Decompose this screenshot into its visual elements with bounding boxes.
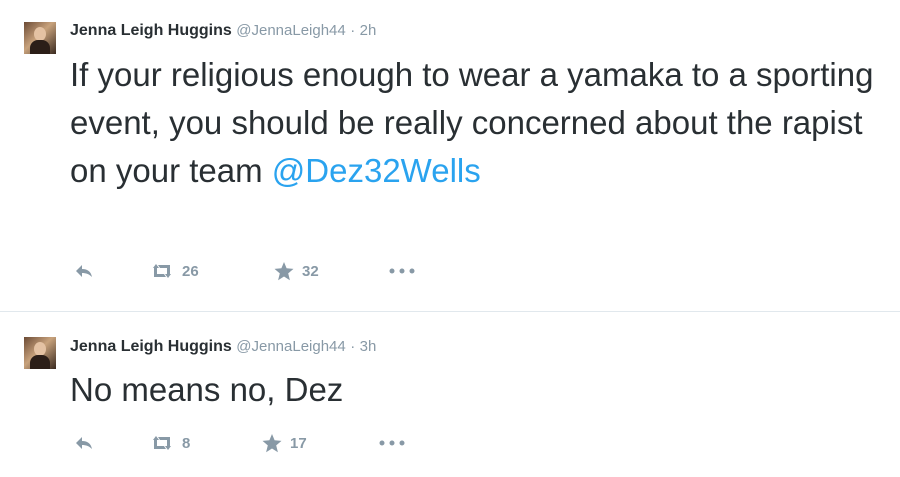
tweet[interactable]: Jenna Leigh Huggins @JennaLeigh44 · 2h I… [0, 0, 900, 311]
more-icon [389, 268, 415, 274]
favorite-button[interactable]: 32 [274, 259, 319, 283]
retweet-count: 26 [182, 262, 199, 280]
tweet-timestamp[interactable]: 2h [360, 22, 377, 39]
tweet-text: No means no, Dez [70, 366, 880, 414]
reply-button[interactable] [74, 259, 94, 283]
retweet-icon [153, 264, 171, 278]
reply-icon [76, 437, 92, 449]
tweet[interactable]: Jenna Leigh Huggins @JennaLeigh44 · 3h N… [0, 312, 900, 477]
mention-link[interactable]: @Dez32Wells [272, 152, 481, 189]
tweet-timestamp[interactable]: 3h [360, 338, 377, 355]
favorite-button[interactable]: 17 [262, 431, 307, 455]
author-name[interactable]: Jenna Leigh Huggins [70, 338, 232, 355]
more-icon [379, 440, 405, 446]
avatar[interactable] [24, 337, 56, 369]
tweet-header: Jenna Leigh Huggins @JennaLeigh44 · 2h [70, 22, 376, 40]
tweet-text-body: No means no, Dez [70, 371, 344, 408]
avatar[interactable] [24, 22, 56, 54]
retweet-button[interactable]: 26 [150, 259, 199, 283]
author-name[interactable]: Jenna Leigh Huggins [70, 22, 232, 39]
more-button[interactable] [378, 431, 408, 455]
tweet-text: If your religious enough to wear a yamak… [70, 51, 880, 195]
retweet-icon [153, 436, 171, 450]
header-separator: · [350, 22, 356, 39]
reply-button[interactable] [74, 431, 94, 455]
reply-icon [76, 265, 92, 277]
favorite-count: 32 [302, 262, 319, 280]
author-handle[interactable]: @JennaLeigh44 [236, 22, 345, 39]
more-button[interactable] [388, 259, 418, 283]
tweet-header: Jenna Leigh Huggins @JennaLeigh44 · 3h [70, 338, 376, 356]
retweet-button[interactable]: 8 [150, 431, 190, 455]
header-separator: · [350, 338, 356, 355]
favorite-count: 17 [290, 434, 307, 452]
star-icon [274, 261, 294, 280]
retweet-count: 8 [182, 434, 191, 452]
star-icon [262, 433, 282, 452]
author-handle[interactable]: @JennaLeigh44 [236, 338, 345, 355]
